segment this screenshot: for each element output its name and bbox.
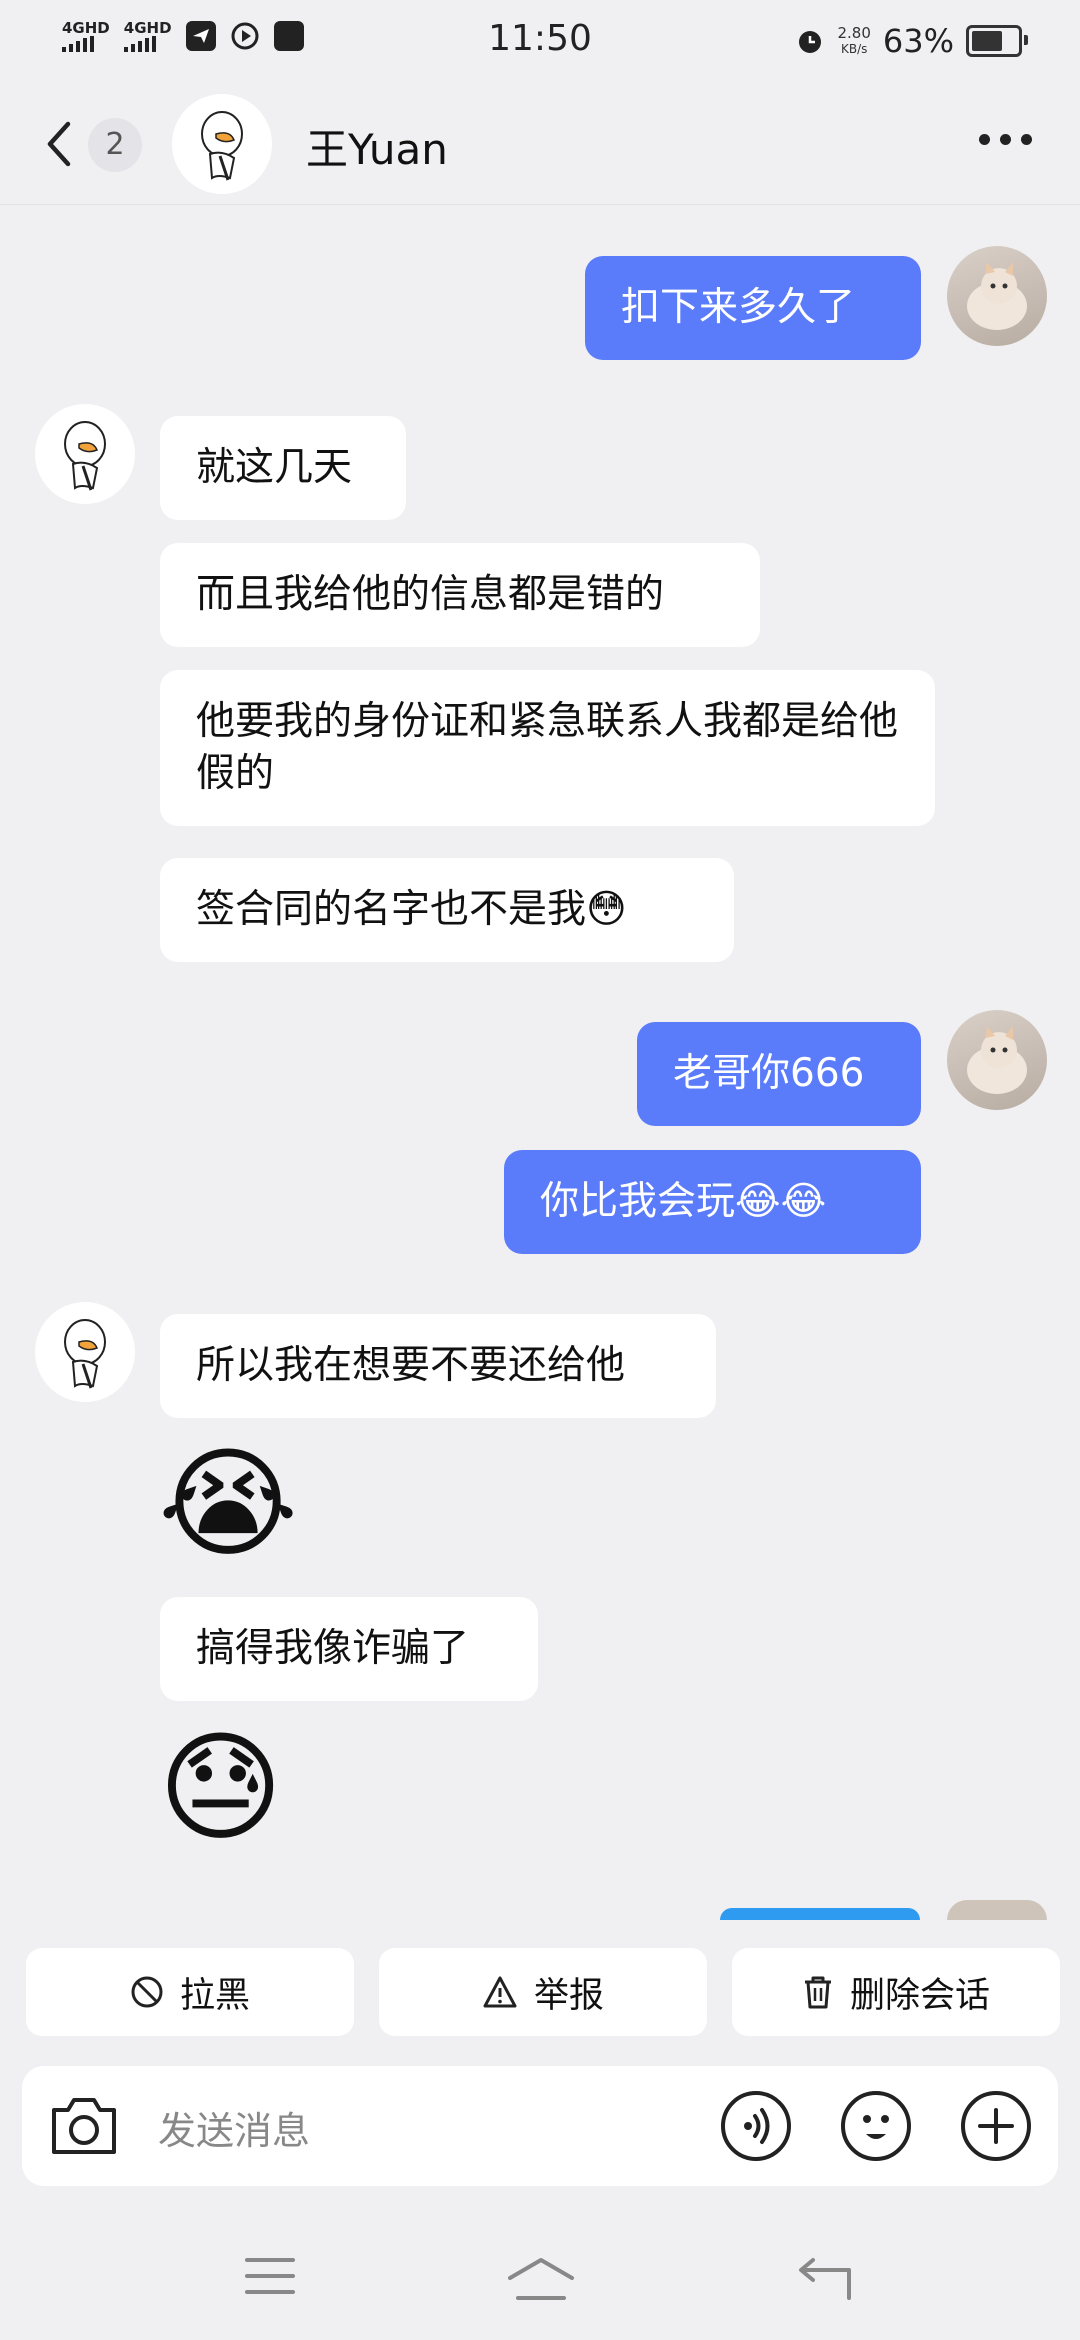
speed-value: 2.80	[837, 24, 871, 42]
message-bubble[interactable]: 就这几天	[160, 416, 406, 520]
my-avatar[interactable]	[947, 246, 1047, 346]
return-icon[interactable]	[795, 2254, 855, 2304]
menu-icon[interactable]	[243, 2254, 297, 2298]
message-bubble[interactable]: 而且我给他的信息都是错的	[160, 543, 760, 647]
voice-button[interactable]	[720, 2090, 792, 2166]
contact-avatar-message[interactable]	[35, 1302, 135, 1402]
report-icon	[483, 1976, 517, 2008]
unread-count-badge: 2	[88, 118, 142, 172]
camera-button[interactable]	[48, 2092, 120, 2164]
message-bubble[interactable]: 他要我的身份证和紧急联系人我都是给他假的	[160, 670, 935, 826]
contact-avatar[interactable]	[172, 94, 272, 194]
message-bubble[interactable]: 你比我会玩😂😂	[504, 1150, 921, 1254]
back-icon	[47, 121, 71, 167]
block-button[interactable]: 拉黑	[26, 1948, 354, 2036]
more-options-button[interactable]	[979, 134, 1032, 145]
battery-percent: 63%	[882, 22, 954, 60]
my-avatar[interactable]	[947, 1010, 1047, 1110]
speed-unit: KB/s	[840, 42, 868, 56]
battery-icon	[966, 25, 1028, 57]
message-input[interactable]: 发送消息	[158, 2100, 310, 2155]
report-button[interactable]: 举报	[379, 1948, 707, 2036]
plus-button[interactable]	[960, 2090, 1032, 2166]
report-label: 举报	[533, 1975, 604, 2016]
chat-header: 2 王Yuan	[0, 84, 1080, 205]
block-icon	[131, 1976, 163, 2008]
block-label: 拉黑	[179, 1975, 250, 2016]
network-speed: 2.80 KB/s	[837, 25, 870, 57]
chat-title: 王Yuan	[306, 125, 448, 174]
message-bubble[interactable]: 签合同的名字也不是我😳	[160, 858, 734, 962]
message-bubble[interactable]: 老哥你666	[637, 1022, 921, 1126]
home-icon[interactable]	[506, 2254, 576, 2304]
emoji-button[interactable]	[840, 2090, 912, 2166]
emoji-message[interactable]: 😓	[158, 1724, 283, 1854]
system-navigation-bar	[0, 2220, 1080, 2340]
voice-icon	[721, 2091, 791, 2161]
more-icon	[979, 134, 990, 145]
alarm-icon	[799, 31, 822, 53]
camera-icon	[52, 2098, 116, 2154]
message-bubble-partial	[720, 1908, 920, 1920]
delete-conversation-button[interactable]: 删除会话	[732, 1948, 1060, 2036]
emoji-icon	[841, 2091, 911, 2161]
status-bar: 4GHD 4GHD 11:50 2.80 KB/s 63%	[0, 0, 1080, 84]
contact-avatar-message[interactable]	[35, 404, 135, 504]
delete-label: 删除会话	[849, 1975, 990, 2016]
message-bubble[interactable]: 扣下来多久了	[585, 256, 921, 360]
message-input-bar: 发送消息	[22, 2066, 1058, 2186]
emoji-message[interactable]: 😭	[158, 1440, 298, 1570]
message-bubble[interactable]: 搞得我像诈骗了	[160, 1597, 538, 1701]
plus-icon	[961, 2091, 1031, 2161]
message-bubble[interactable]: 所以我在想要不要还给他	[160, 1314, 716, 1418]
trash-icon	[804, 1976, 831, 2009]
my-avatar-partial	[947, 1900, 1047, 1920]
